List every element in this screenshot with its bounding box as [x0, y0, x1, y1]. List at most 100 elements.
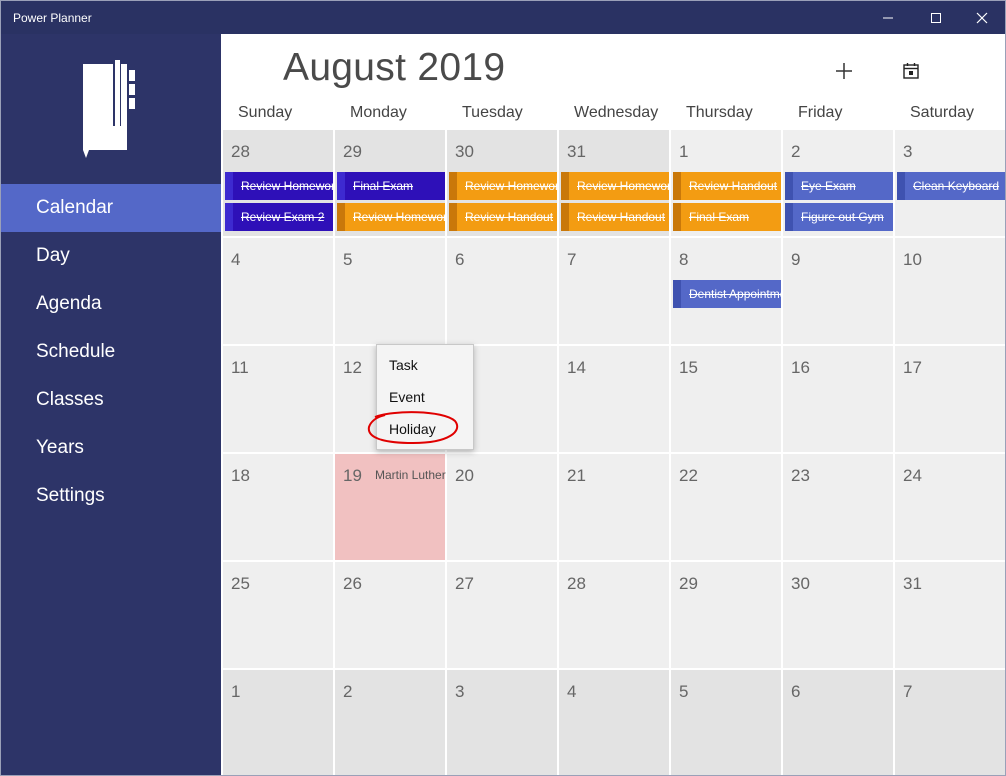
task-chip[interactable]: Clean Keyboard	[897, 172, 1005, 200]
day-cell[interactable]: 30	[783, 562, 893, 668]
day-cell[interactable]: 31	[895, 562, 1005, 668]
task-chip[interactable]: Review Homework	[337, 203, 445, 231]
day-number: 31	[903, 574, 922, 593]
task-chip[interactable]: Review Homework	[225, 172, 333, 200]
day-cell-holiday[interactable]: 19 Martin Luther	[335, 454, 446, 560]
day-number: 25	[231, 574, 250, 593]
task-color-bar	[561, 172, 569, 200]
day-number: 7	[903, 682, 913, 701]
task-chip[interactable]: Review Handout	[449, 203, 557, 231]
sidebar-item-settings[interactable]: Settings	[1, 472, 221, 520]
day-cell[interactable]: 23	[783, 454, 893, 560]
day-cell[interactable]: 24	[895, 454, 1005, 560]
task-chip[interactable]: Review Homework	[449, 172, 557, 200]
weekday-friday: Friday	[798, 104, 843, 121]
sidebar-item-years[interactable]: Years	[1, 424, 221, 472]
sidebar-item-schedule[interactable]: Schedule	[1, 328, 221, 376]
add-button[interactable]	[827, 54, 861, 88]
maximize-icon	[931, 12, 941, 23]
day-cell[interactable]: 1	[223, 670, 333, 775]
task-chip[interactable]: Figure out Gym	[785, 203, 893, 231]
day-cell[interactable]: 4	[559, 670, 669, 775]
day-number: 6	[791, 682, 801, 701]
close-button[interactable]	[959, 1, 1005, 34]
day-cell[interactable]: 6	[783, 670, 893, 775]
go-to-today-button[interactable]	[894, 54, 928, 88]
day-number: 29	[679, 574, 698, 593]
task-chip[interactable]: Review Handout	[673, 172, 781, 200]
menu-item-event[interactable]: Event	[389, 389, 425, 405]
day-cell[interactable]: 3	[447, 670, 557, 775]
day-number: 4	[567, 682, 577, 701]
task-chip[interactable]: Dentist Appointment	[673, 280, 781, 308]
task-color-bar	[225, 203, 233, 231]
minimize-button[interactable]	[865, 1, 911, 34]
day-cell[interactable]: 14	[559, 346, 669, 452]
task-label: Dentist Appointment	[689, 287, 781, 301]
task-chip[interactable]: Review Handout	[561, 203, 669, 231]
day-cell[interactable]: 26	[335, 562, 445, 668]
task-color-bar	[449, 203, 457, 231]
task-label: Final Exam	[353, 179, 414, 193]
day-number: 2	[343, 682, 353, 701]
day-cell[interactable]: 27	[447, 562, 557, 668]
day-number: 30	[455, 142, 474, 161]
sidebar-item-day[interactable]: Day	[1, 232, 221, 280]
task-chip[interactable]: Eye Exam	[785, 172, 893, 200]
day-cell[interactable]: 10	[895, 238, 1005, 344]
day-number: 18	[231, 466, 250, 485]
day-number: 26	[343, 574, 362, 593]
calendar-today-icon	[903, 63, 919, 79]
day-number: 7	[567, 250, 577, 269]
sidebar-item-calendar[interactable]: Calendar	[1, 184, 221, 232]
day-number: 8	[679, 250, 689, 269]
weekday-saturday: Saturday	[910, 104, 975, 121]
day-cell[interactable]: 11	[223, 346, 333, 452]
task-chip[interactable]: Review Exam 2	[225, 203, 333, 231]
task-color-bar	[449, 172, 457, 200]
day-cell[interactable]: 9	[783, 238, 893, 344]
day-number: 15	[679, 358, 698, 377]
day-cell[interactable]: 20	[447, 454, 557, 560]
maximize-button[interactable]	[913, 1, 959, 34]
day-cell[interactable]: 7	[559, 238, 669, 344]
day-cell[interactable]: 5	[671, 670, 781, 775]
task-chip[interactable]: Review Homework	[561, 172, 669, 200]
annotation-circle	[367, 411, 459, 445]
day-number: 29	[343, 142, 362, 161]
sidebar-item-classes[interactable]: Classes	[1, 376, 221, 424]
day-cell[interactable]: 22	[671, 454, 781, 560]
task-label: Review Homework	[577, 179, 669, 193]
task-label: Eye Exam	[801, 179, 856, 193]
day-cell[interactable]: 17	[895, 346, 1005, 452]
day-number: 4	[231, 250, 241, 269]
day-cell[interactable]: 5	[335, 238, 445, 344]
task-chip[interactable]: Final Exam	[337, 172, 445, 200]
task-color-bar	[225, 172, 233, 200]
day-cell[interactable]: 18	[223, 454, 333, 560]
window-title: Power Planner	[13, 11, 92, 25]
day-number: 1	[231, 682, 241, 701]
day-cell[interactable]: 4	[223, 238, 333, 344]
day-cell[interactable]: 15	[671, 346, 781, 452]
day-cell[interactable]: 25	[223, 562, 333, 668]
task-label: Review Handout	[689, 179, 778, 193]
day-cell[interactable]: 21	[559, 454, 669, 560]
day-number: 6	[455, 250, 465, 269]
day-cell[interactable]: 6	[447, 238, 557, 344]
menu-item-task[interactable]: Task	[389, 357, 418, 373]
sidebar-item-agenda[interactable]: Agenda	[1, 280, 221, 328]
day-cell[interactable]: 16	[783, 346, 893, 452]
day-cell[interactable]: 29	[671, 562, 781, 668]
day-cell[interactable]: 28	[559, 562, 669, 668]
task-color-bar	[673, 203, 681, 231]
day-number: 31	[567, 142, 586, 161]
day-number: 16	[791, 358, 810, 377]
close-icon	[976, 12, 988, 23]
day-cell[interactable]: 7	[895, 670, 1005, 775]
task-chip[interactable]: Final Exam	[673, 203, 781, 231]
day-number: 20	[455, 466, 474, 485]
day-cell[interactable]: 2	[335, 670, 445, 775]
weekday-wednesday: Wednesday	[574, 104, 659, 121]
day-number: 28	[567, 574, 586, 593]
